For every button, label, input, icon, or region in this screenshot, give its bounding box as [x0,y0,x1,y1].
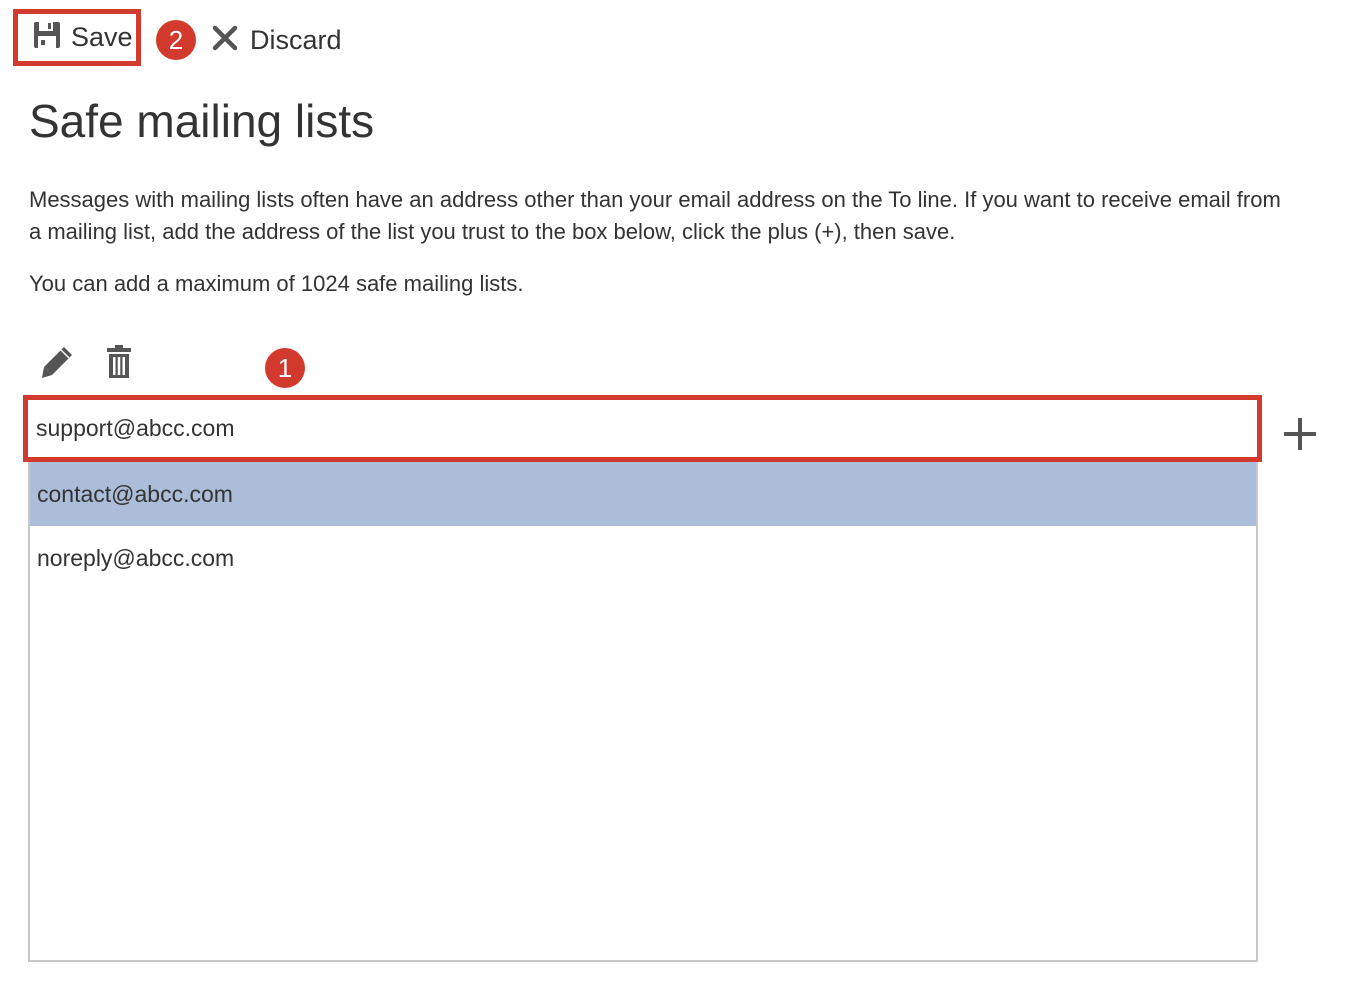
plus-icon[interactable] [1283,417,1317,456]
close-icon [212,25,238,56]
list-item[interactable]: contact@abcc.com [30,462,1256,526]
save-button-label: Save [71,22,133,52]
toolbar: Save 2 Discard [0,0,1366,80]
mailing-list-input[interactable] [28,400,1257,457]
mailing-list-input-wrapper [23,395,1262,462]
list-item[interactable]: noreply@abcc.com [30,526,1256,590]
step-badge-2: 2 [156,20,196,60]
page-title: Safe mailing lists [29,95,375,147]
mailing-list[interactable]: contact@abcc.com noreply@abcc.com [28,462,1258,962]
safe-mailing-lists-page: Save 2 Discard Safe mailing lists Messag… [0,0,1366,992]
trash-icon[interactable] [106,345,132,384]
save-button[interactable]: Save [13,9,141,66]
list-item-address: noreply@abcc.com [37,544,235,571]
description-text: Messages with mailing lists often have a… [29,187,1281,244]
save-icon [33,21,61,54]
limit-note: You can add a maximum of 1024 safe maili… [29,271,524,296]
step-badge-1: 1 [265,348,305,388]
list-item-address: contact@abcc.com [37,480,233,507]
discard-button-label: Discard [250,24,342,55]
pencil-icon[interactable] [40,345,74,384]
discard-button[interactable]: Discard [212,20,342,60]
